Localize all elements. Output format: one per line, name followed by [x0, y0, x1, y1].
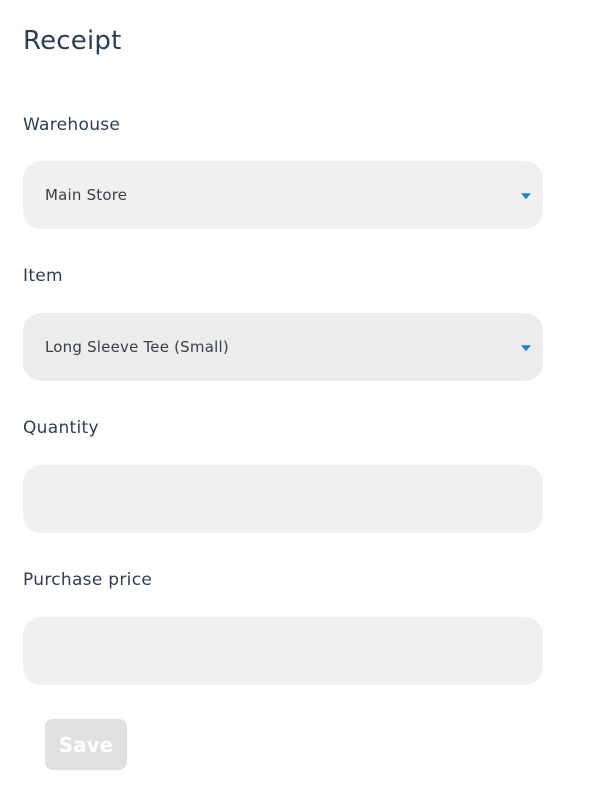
page-title: Receipt	[23, 26, 122, 56]
save-button[interactable]: Save	[45, 719, 127, 770]
quantity-label: Quantity	[23, 418, 99, 438]
chevron-down-icon	[521, 193, 531, 200]
purchase-price-label: Purchase price	[23, 570, 153, 590]
chevron-down-icon	[521, 345, 531, 352]
warehouse-select[interactable]: Main Store	[23, 161, 543, 229]
warehouse-label: Warehouse	[23, 115, 121, 135]
item-select-value: Long Sleeve Tee (Small)	[45, 338, 229, 356]
purchase-price-input[interactable]	[23, 617, 543, 685]
quantity-input[interactable]	[23, 465, 543, 533]
item-label: Item	[23, 266, 63, 286]
item-select[interactable]: Long Sleeve Tee (Small)	[23, 313, 543, 381]
warehouse-select-value: Main Store	[45, 186, 128, 204]
